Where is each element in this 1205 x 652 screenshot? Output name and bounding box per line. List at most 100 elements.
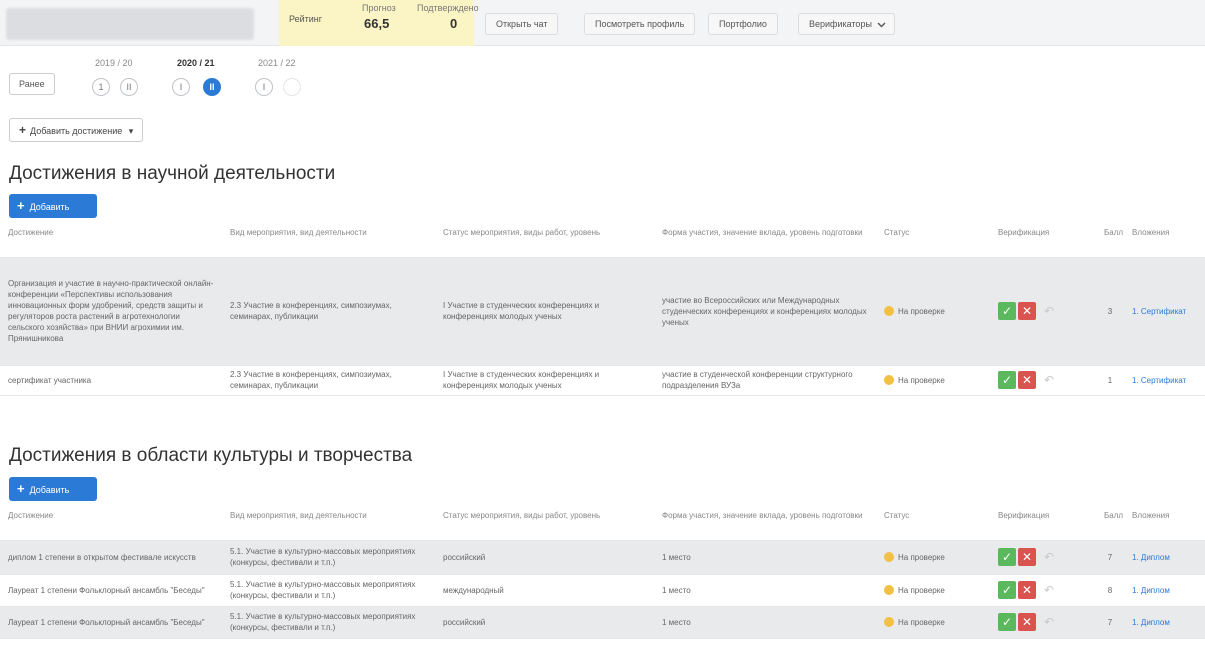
- col-status[interactable]: Статус: [876, 224, 990, 258]
- attachment-link[interactable]: 1. Сертификат: [1124, 365, 1205, 396]
- confirmed-value: 0: [450, 16, 458, 31]
- col-attachments[interactable]: Вложения: [1124, 224, 1205, 258]
- reject-x-icon[interactable]: ✕: [1018, 548, 1036, 566]
- semester-2019-2[interactable]: II: [120, 78, 138, 96]
- table-row: диплом 1 степени в открытом фестивале ис…: [0, 540, 1205, 575]
- view-profile-button[interactable]: Посмотреть профиль: [584, 13, 696, 35]
- col-achievement[interactable]: Достижение: [0, 224, 222, 258]
- table-row: Организация и участие в научно-практичес…: [0, 257, 1205, 366]
- attachment-link[interactable]: 1. Диплом: [1124, 606, 1205, 639]
- undo-icon[interactable]: ↶: [1044, 374, 1054, 386]
- col-score[interactable]: Балл: [1096, 224, 1124, 258]
- cell-status: На проверке: [876, 574, 990, 607]
- col-type[interactable]: Вид мероприятия, вид деятельности: [222, 224, 435, 258]
- cell-status: На проверке: [876, 540, 990, 575]
- cell-level: I Участие в студенческих конференциях и …: [435, 257, 654, 366]
- attachment-link[interactable]: 1. Диплом: [1124, 574, 1205, 607]
- pending-icon: [884, 617, 894, 628]
- year-2019-20: 2019 / 20: [95, 58, 133, 68]
- cell-achievement: сертификат участника: [0, 365, 222, 396]
- approve-check-icon[interactable]: ✓: [998, 302, 1016, 320]
- cell-achievement: Лауреат 1 степени Фольклорный ансамбль "…: [0, 574, 222, 607]
- status-text: На проверке: [898, 375, 945, 385]
- table-row: сертификат участника 2.3 Участие в конфе…: [0, 365, 1205, 396]
- add-achievement-label: Добавить достижение: [30, 126, 123, 136]
- plus-icon: +: [19, 123, 27, 137]
- approve-check-icon[interactable]: ✓: [998, 548, 1016, 566]
- caret-down-icon: ▾: [128, 126, 134, 136]
- science-table: Достижение Вид мероприятия, вид деятельн…: [0, 224, 1205, 396]
- cell-score: 3: [1096, 257, 1124, 366]
- col-level[interactable]: Статус мероприятия, виды работ, уровень: [435, 224, 654, 258]
- add-label: Добавить: [29, 202, 70, 212]
- top-bar: Рейтинг Прогноз Подтверждено 66,5 0 Откр…: [0, 0, 1205, 46]
- cell-score: 8: [1096, 574, 1124, 607]
- col-verification[interactable]: Верификация: [990, 224, 1096, 258]
- cell-score: 7: [1096, 606, 1124, 639]
- undo-icon[interactable]: ↶: [1044, 584, 1054, 596]
- col-type[interactable]: Вид мероприятия, вид деятельности: [222, 507, 435, 541]
- attachment-link[interactable]: 1. Сертификат: [1124, 257, 1205, 366]
- forecast-value: 66,5: [364, 16, 390, 31]
- section-title-culture: Достижения в области культуры и творчест…: [9, 445, 413, 466]
- undo-icon[interactable]: ↶: [1044, 616, 1054, 628]
- approve-check-icon[interactable]: ✓: [998, 371, 1016, 389]
- semester-2020-1[interactable]: I: [172, 78, 190, 96]
- table-row: Лауреат 1 степени Фольклорный ансамбль "…: [0, 606, 1205, 639]
- confirmed-label: Подтверждено: [417, 3, 479, 13]
- cell-form: 1 место: [654, 606, 876, 639]
- pending-icon: [884, 375, 894, 386]
- reject-x-icon[interactable]: ✕: [1018, 613, 1036, 631]
- add-culture-button[interactable]: + Добавить: [9, 477, 97, 501]
- cell-status: На проверке: [876, 606, 990, 639]
- reject-x-icon[interactable]: ✕: [1018, 302, 1036, 320]
- reject-x-icon[interactable]: ✕: [1018, 371, 1036, 389]
- reject-x-icon[interactable]: ✕: [1018, 581, 1036, 599]
- cell-score: 1: [1096, 365, 1124, 396]
- add-science-button[interactable]: + Добавить: [9, 194, 97, 218]
- cell-level: российский: [435, 606, 654, 639]
- cell-verification: ✓ ✕ ↶: [990, 257, 1096, 366]
- semester-2021-1[interactable]: I: [255, 78, 273, 96]
- approve-check-icon[interactable]: ✓: [998, 581, 1016, 599]
- open-chat-button[interactable]: Открыть чат: [485, 13, 559, 35]
- col-level[interactable]: Статус мероприятия, виды работ, уровень: [435, 507, 654, 541]
- semester-2019-1[interactable]: 1: [92, 78, 110, 96]
- cell-verification: ✓ ✕ ↶: [990, 606, 1096, 639]
- col-form[interactable]: Форма участия, значение вклада, уровень …: [654, 224, 876, 258]
- pending-icon: [884, 552, 894, 563]
- pending-icon: [884, 585, 894, 596]
- plus-icon: +: [17, 481, 25, 496]
- col-score[interactable]: Балл: [1096, 507, 1124, 541]
- undo-icon[interactable]: ↶: [1044, 305, 1054, 317]
- cell-achievement: диплом 1 степени в открытом фестивале ис…: [0, 540, 222, 575]
- semester-2020-2-active[interactable]: II: [203, 78, 221, 96]
- cell-status: На проверке: [876, 257, 990, 366]
- col-form[interactable]: Форма участия, значение вклада, уровень …: [654, 507, 876, 541]
- verifiers-dropdown[interactable]: Верификаторы: [798, 13, 895, 35]
- col-achievement[interactable]: Достижение: [0, 507, 222, 541]
- earlier-button[interactable]: Ранее: [9, 73, 55, 95]
- add-achievement-dropdown[interactable]: + Добавить достижение ▾: [9, 118, 144, 142]
- portfolio-button[interactable]: Портфолио: [708, 13, 778, 35]
- forecast-label: Прогноз: [362, 3, 396, 13]
- year-2021-22: 2021 / 22: [258, 58, 296, 68]
- cell-status: На проверке: [876, 365, 990, 396]
- col-status[interactable]: Статус: [876, 507, 990, 541]
- table-header-row: Достижение Вид мероприятия, вид деятельн…: [0, 507, 1205, 541]
- col-verification[interactable]: Верификация: [990, 507, 1096, 541]
- attachment-link[interactable]: 1. Диплом: [1124, 540, 1205, 575]
- semester-2021-2-disabled: [283, 78, 301, 96]
- plus-icon: +: [17, 198, 25, 213]
- cell-form: 1 место: [654, 540, 876, 575]
- table-header-row: Достижение Вид мероприятия, вид деятельн…: [0, 224, 1205, 258]
- col-attachments[interactable]: Вложения: [1124, 507, 1205, 541]
- year-2020-21: 2020 / 21: [177, 58, 215, 68]
- cell-verification: ✓ ✕ ↶: [990, 540, 1096, 575]
- add-label: Добавить: [29, 485, 70, 495]
- approve-check-icon[interactable]: ✓: [998, 613, 1016, 631]
- cell-form: участие во Всероссийских или Международн…: [654, 257, 876, 366]
- cell-achievement: Организация и участие в научно-практичес…: [0, 257, 222, 366]
- status-text: На проверке: [898, 617, 945, 627]
- undo-icon[interactable]: ↶: [1044, 551, 1054, 563]
